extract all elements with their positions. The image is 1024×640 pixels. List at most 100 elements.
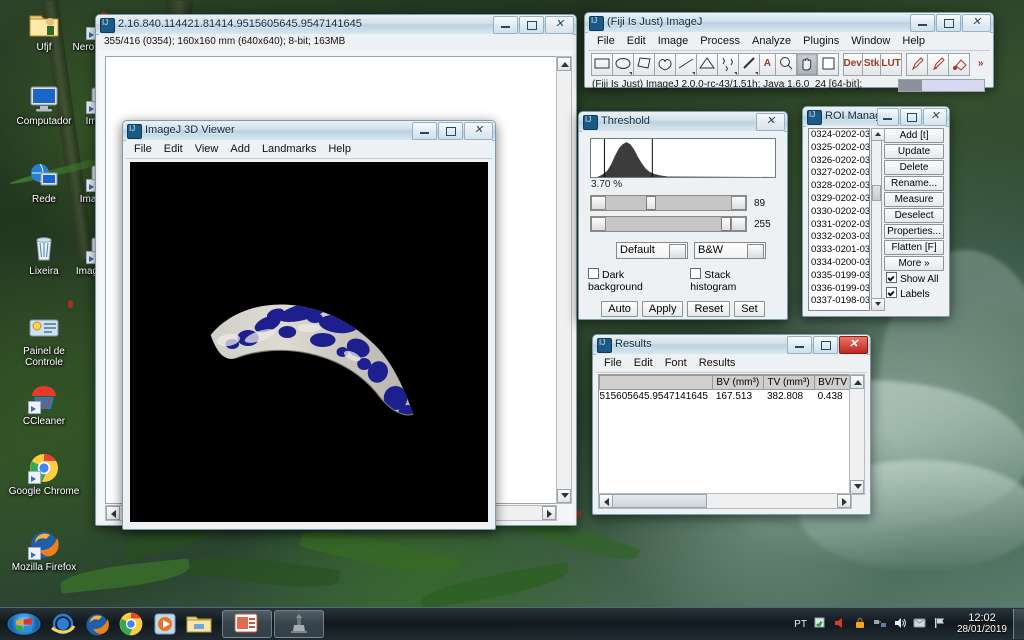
- column-header-tv[interactable]: TV (mm³): [763, 375, 816, 390]
- chevron-down-icon[interactable]: [669, 244, 686, 259]
- quick-launch-chrome[interactable]: [117, 611, 147, 637]
- slider-left-arrow[interactable]: [591, 217, 606, 231]
- brush-tool[interactable]: [926, 53, 949, 76]
- close-button[interactable]: ✕: [464, 122, 493, 140]
- apply-button[interactable]: Apply: [641, 301, 684, 317]
- hand-tool[interactable]: [795, 53, 818, 76]
- oval-tool[interactable]: [612, 53, 634, 76]
- minimize-button[interactable]: [787, 336, 812, 354]
- taskbar-imagej-window[interactable]: [274, 610, 324, 638]
- more-tools[interactable]: »: [973, 54, 988, 75]
- stk-tool[interactable]: Stk: [861, 53, 882, 76]
- image-window-titlebar[interactable]: 2.16.840.114421.81414.9515605645.9547141…: [96, 15, 576, 35]
- fiji-menubar[interactable]: File Edit Image Process Analyze Plugins …: [588, 32, 990, 51]
- scroll-right-arrow[interactable]: [542, 506, 556, 520]
- slider-knob[interactable]: [721, 217, 731, 231]
- menu-analyze[interactable]: Analyze: [746, 33, 797, 49]
- desktop-icon-google-chrome[interactable]: Google Chrome: [8, 452, 80, 497]
- menu-help[interactable]: Help: [322, 141, 357, 157]
- chevron-down-icon[interactable]: [747, 244, 764, 259]
- close-button[interactable]: ✕: [962, 14, 991, 32]
- pencil-tool[interactable]: [905, 53, 928, 76]
- menu-edit[interactable]: Edit: [158, 141, 189, 157]
- results-titlebar[interactable]: Results ✕: [593, 335, 870, 355]
- messages-icon[interactable]: [913, 616, 927, 633]
- list-item[interactable]: 0332-0203-0322: [809, 231, 869, 244]
- menu-view[interactable]: View: [189, 141, 225, 157]
- results-horizontal-scrollbar[interactable]: [598, 493, 852, 509]
- results-menubar[interactable]: File Edit Font Results: [596, 354, 867, 373]
- action-center-icon[interactable]: [813, 616, 827, 633]
- flatten-button[interactable]: Flatten [F]: [884, 240, 944, 255]
- security-icon[interactable]: [853, 616, 867, 633]
- dropper-tool[interactable]: [816, 53, 839, 76]
- taskbar-clock[interactable]: 12:02 28/01/2019: [951, 612, 1013, 636]
- minimize-button[interactable]: [412, 122, 437, 140]
- table-row[interactable]: 515605645.9547141645 167.513 382.808 0.4…: [599, 389, 851, 403]
- menu-file[interactable]: File: [598, 355, 628, 371]
- text-tool[interactable]: A: [759, 53, 776, 76]
- viewer-titlebar[interactable]: ImageJ 3D Viewer ✕: [123, 121, 495, 141]
- more-button[interactable]: More »: [884, 256, 944, 271]
- scroll-up-arrow[interactable]: [871, 128, 886, 141]
- fiji-main-window[interactable]: (Fiji Is Just) ImageJ ✕ File Edit Image …: [584, 12, 994, 92]
- slider-right-arrow[interactable]: [731, 217, 746, 231]
- wand-tool[interactable]: [738, 53, 760, 76]
- list-item[interactable]: 0331-0202-0322: [809, 219, 869, 232]
- maximize-button[interactable]: [936, 14, 961, 32]
- roi-manager-window[interactable]: ROI Manager ✕ 0324-0202-0322 0325-0202-0…: [802, 106, 950, 317]
- menu-file[interactable]: File: [591, 33, 621, 49]
- scroll-left-arrow[interactable]: [599, 494, 613, 508]
- roi-manager-titlebar[interactable]: ROI Manager ✕: [803, 107, 949, 127]
- reset-button[interactable]: Reset: [687, 301, 731, 317]
- point-tool[interactable]: [717, 53, 739, 76]
- menu-process[interactable]: Process: [694, 33, 746, 49]
- menu-file[interactable]: File: [128, 141, 158, 157]
- show-desktop-button[interactable]: [1013, 609, 1024, 639]
- network-icon[interactable]: [873, 616, 887, 633]
- desktop-icon-painel-de-controle[interactable]: Painel de Controle: [8, 312, 80, 368]
- list-item[interactable]: 0333-0201-0321: [809, 244, 869, 257]
- list-item[interactable]: 0335-0199-0320: [809, 270, 869, 283]
- scroll-down-arrow[interactable]: [850, 480, 864, 494]
- show-all-checkbox[interactable]: Show All: [884, 272, 944, 286]
- taskbar[interactable]: PT 12:02 28/01/2019: [0, 607, 1024, 640]
- flag-icon[interactable]: [933, 616, 947, 633]
- slider-knob[interactable]: [646, 196, 656, 210]
- close-button[interactable]: ✕: [839, 336, 868, 354]
- column-header-bvtv[interactable]: BV/TV: [814, 375, 851, 390]
- close-button[interactable]: ✕: [756, 113, 785, 131]
- scroll-down-arrow[interactable]: [557, 489, 571, 503]
- taskbar-powerpoint-window[interactable]: [222, 610, 272, 638]
- tray-language[interactable]: PT: [794, 619, 807, 630]
- start-button[interactable]: [7, 613, 41, 635]
- list-item[interactable]: 0336-0199-0320: [809, 283, 869, 296]
- results-vertical-scrollbar[interactable]: [849, 374, 865, 495]
- slider-right-arrow[interactable]: [731, 196, 746, 210]
- set-button[interactable]: Set: [734, 301, 765, 317]
- scroll-down-arrow[interactable]: [871, 298, 886, 311]
- menu-add[interactable]: Add: [224, 141, 256, 157]
- viewer-3d-canvas[interactable]: [130, 162, 488, 522]
- threshold-method-select[interactable]: Default: [616, 242, 688, 259]
- auto-button[interactable]: Auto: [601, 301, 638, 317]
- quick-launch-explorer[interactable]: [185, 611, 215, 637]
- line-tool[interactable]: [675, 53, 697, 76]
- roi-list[interactable]: 0324-0202-0322 0325-0202-0322 0326-0202-…: [808, 128, 871, 311]
- list-item[interactable]: 0328-0202-0322: [809, 180, 869, 193]
- maximize-button[interactable]: [438, 122, 463, 140]
- slider-left-arrow[interactable]: [591, 196, 606, 210]
- results-window[interactable]: Results ✕ File Edit Font Results BV (mm³…: [592, 334, 871, 515]
- properties-button[interactable]: Properties...: [884, 224, 944, 239]
- scroll-left-arrow[interactable]: [106, 506, 120, 520]
- list-item[interactable]: 0324-0202-0322: [809, 129, 869, 142]
- polygon-tool[interactable]: [633, 53, 655, 76]
- threshold-lower-slider[interactable]: [590, 195, 747, 211]
- flood-fill-tool[interactable]: [947, 53, 970, 76]
- maximize-button[interactable]: [813, 336, 838, 354]
- lut-tool[interactable]: LUT: [880, 53, 902, 76]
- scroll-right-arrow[interactable]: [837, 494, 851, 508]
- quick-launch-internet-explorer[interactable]: [49, 611, 79, 637]
- scrollbar-thumb[interactable]: [612, 494, 707, 508]
- roi-list-scrollbar[interactable]: [871, 128, 886, 311]
